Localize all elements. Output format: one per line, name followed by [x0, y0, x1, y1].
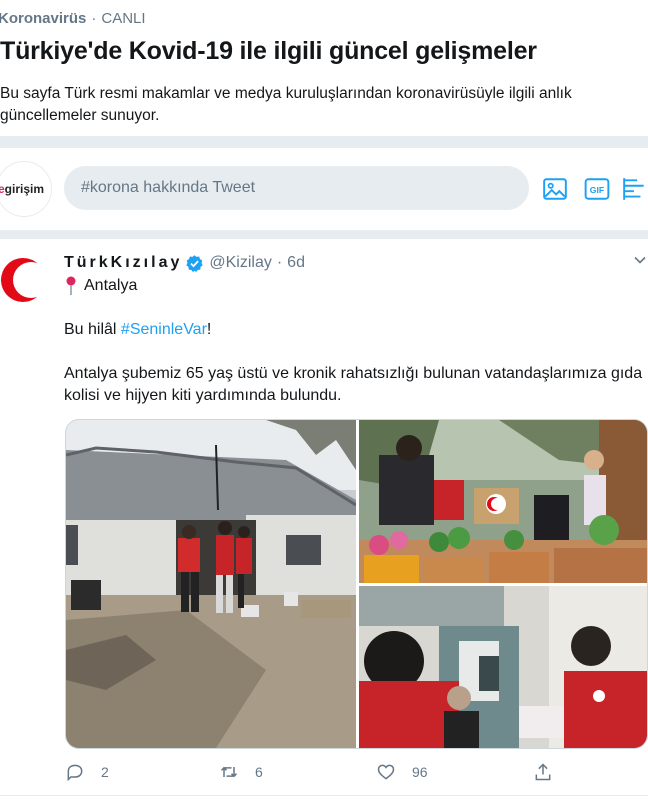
section-divider [0, 230, 648, 239]
heart-icon [377, 764, 395, 780]
photo-house[interactable] [66, 420, 356, 748]
kizilay-logo-avatar[interactable] [0, 253, 52, 307]
topic-label[interactable]: Koronavirüs [0, 10, 86, 27]
svg-text:GIF: GIF [590, 185, 604, 195]
retweet-count: 6 [255, 764, 263, 780]
retweet-icon [220, 766, 238, 778]
retweet-button[interactable]: 6 [219, 757, 263, 787]
tweet-location: Antalya [64, 276, 137, 296]
tweet-header: TürkKızılay @Kizilay · 6d [64, 254, 305, 272]
avatar[interactable]: egirişim [0, 161, 52, 217]
section-divider [0, 136, 648, 148]
author-name[interactable]: TürkKızılay [64, 254, 182, 272]
reply-button[interactable]: 2 [65, 757, 109, 787]
live-badge: CANLI [101, 10, 146, 27]
tweet-text: Bu hilâl #SeninleVar! [64, 321, 212, 338]
photo-delivery[interactable] [359, 586, 647, 748]
page-title: Türkiye'de Kovid-19 ile ilgili güncel ge… [0, 37, 537, 65]
like-count: 96 [412, 764, 428, 780]
image-icon[interactable] [542, 176, 568, 202]
chevron-down-icon[interactable] [632, 252, 648, 268]
tweet-timestamp[interactable]: 6d [287, 254, 305, 272]
hashtag-link[interactable]: #SeninleVar [121, 321, 207, 338]
gif-icon[interactable]: GIF [584, 176, 610, 202]
pushpin-icon [66, 276, 76, 295]
page-header: Koronavirüs · CANLI Türkiye'de Kovid-19 il… [0, 0, 648, 136]
tweet-media-grid [65, 419, 648, 749]
breadcrumb: Koronavirüs · CANLI [0, 10, 146, 27]
compose-box: egirişim #korona hakkında Tweet GIF [0, 148, 648, 230]
like-button[interactable]: 96 [376, 757, 428, 787]
verified-badge-icon [186, 254, 204, 272]
share-icon [535, 763, 551, 781]
tweet-card[interactable]: TürkKızılay @Kizilay · 6d Antalya Bu hil… [0, 239, 648, 800]
reply-count: 2 [101, 764, 109, 780]
page-description: Bu sayfa Türk resmi makamlar ve medya ku… [0, 85, 572, 124]
tweet-body: Antalya şubemiz 65 yaş üstü ve kronik ra… [64, 365, 643, 404]
share-button[interactable] [533, 757, 569, 787]
tweet-divider [0, 795, 648, 796]
author-handle[interactable]: @Kizilay [209, 254, 271, 272]
compose-input[interactable]: #korona hakkında Tweet [64, 166, 529, 210]
poll-icon[interactable] [622, 176, 648, 202]
photo-volunteers[interactable] [359, 420, 647, 583]
tweet-actions: 2 6 96 [0, 757, 648, 787]
reply-icon [67, 764, 83, 782]
